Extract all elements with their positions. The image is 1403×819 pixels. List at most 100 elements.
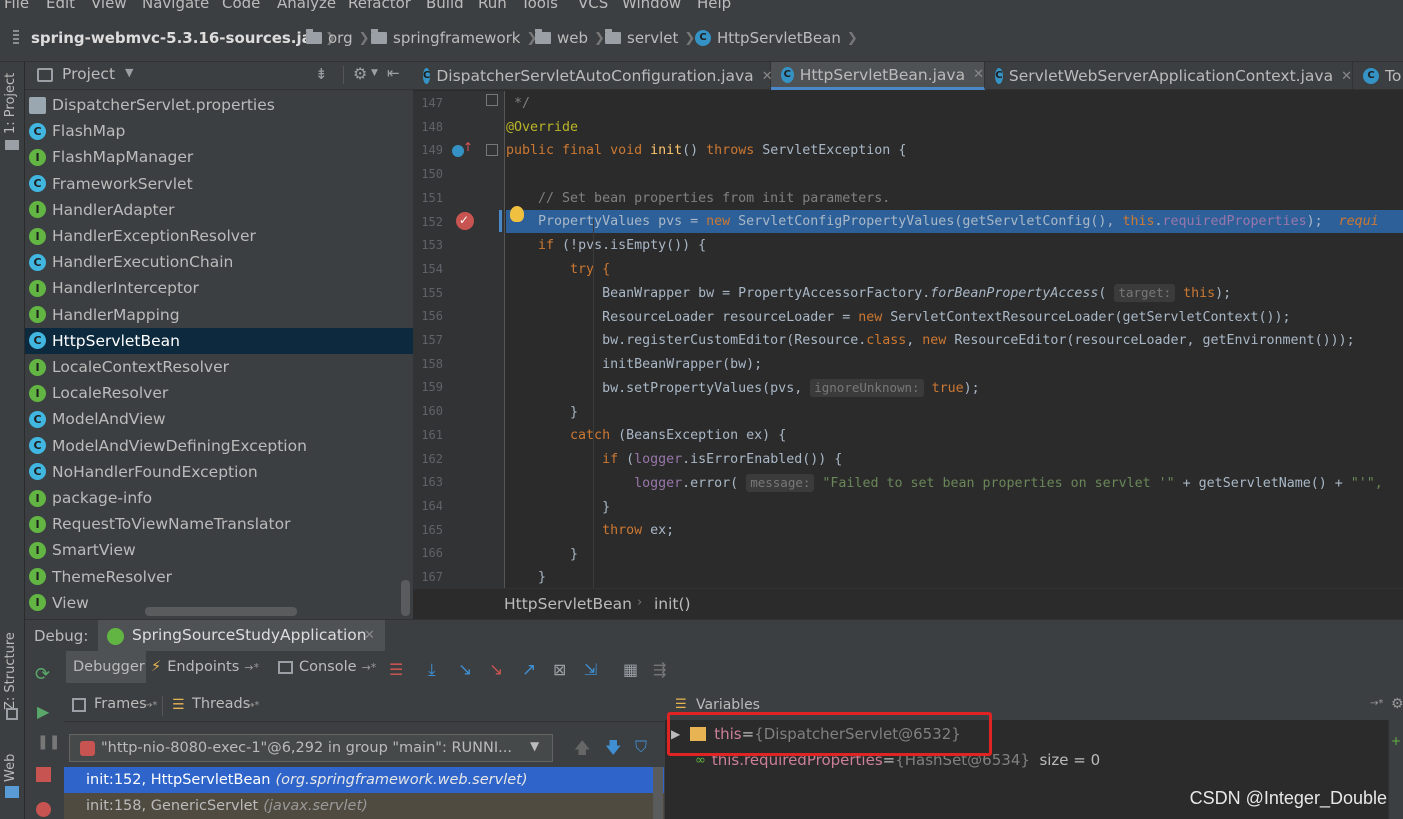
hide-panel-icon[interactable]: ⇤ [387, 64, 400, 82]
show-execution-point-icon[interactable]: ☰ [389, 660, 403, 679]
rerun-icon[interactable]: ⟳ [35, 664, 50, 685]
step-out-icon[interactable]: ↗ [522, 660, 536, 680]
web-tool-tab[interactable]: Web [3, 754, 18, 782]
menu-file[interactable]: File [4, 0, 29, 12]
frames-scrollbar[interactable] [653, 767, 663, 819]
drop-frame-icon[interactable]: ⊠ [553, 660, 566, 679]
project-tree-item[interactable]: C NoHandlerFoundException [25, 459, 413, 485]
project-tree-item[interactable]: C HttpServletBean [25, 327, 413, 354]
pin-icon[interactable]: →* [362, 661, 377, 674]
project-tree-item[interactable]: I ThemeResolver [25, 564, 413, 590]
lightbulb-icon[interactable] [510, 206, 524, 222]
menu-analyze[interactable]: Analyze [277, 0, 336, 12]
run-to-cursor-icon[interactable]: ⇲ [584, 660, 597, 679]
folder-icon [371, 29, 387, 44]
stop-icon[interactable] [36, 767, 51, 782]
collapse-all-icon[interactable]: ⇟ [315, 65, 328, 83]
menu-refactor[interactable]: Refactor [348, 0, 411, 12]
frame-row-selected[interactable]: init:152, HttpServletBean (org.springfra… [64, 767, 664, 793]
breadcrumb-jar[interactable]: spring-webmvc-5.3.16-sources.jar ❯ [13, 29, 336, 47]
class-icon: C [29, 122, 46, 140]
pause-icon[interactable]: ❚❚ [37, 734, 60, 750]
breadcrumb-method[interactable]: init() [654, 595, 691, 613]
chevron-down-icon[interactable]: ▼ [125, 66, 133, 79]
evaluate-expression-icon[interactable]: ▦ [623, 660, 638, 679]
filter-icon[interactable]: ⛉ [635, 737, 647, 757]
tab-frames[interactable]: Frames [94, 696, 147, 712]
pin-icon[interactable]: →* [1370, 698, 1383, 709]
project-tree-item[interactable]: C FrameworkServlet [25, 171, 413, 197]
pin-icon[interactable]: →* [246, 700, 259, 711]
project-tree-item[interactable]: I LocaleContextResolver [25, 354, 413, 380]
project-tree-item[interactable]: I HandlerMapping [25, 302, 413, 328]
chevron-down-icon[interactable]: ▼ [530, 739, 539, 753]
project-tool-tab[interactable]: 1: Project [3, 73, 18, 134]
breadcrumb-servlet[interactable]: servlet ❯ [605, 29, 695, 47]
pin-icon[interactable]: →* [144, 700, 157, 711]
breadcrumb-web[interactable]: web ❯ [535, 29, 605, 47]
project-tree-item[interactable]: I LocaleResolver [25, 380, 413, 406]
gear-icon[interactable]: ⚙ [353, 64, 367, 83]
menu-vcs[interactable]: VCS [578, 0, 608, 12]
project-tree-item[interactable]: I HandlerExceptionResolver [25, 223, 413, 249]
menu-help[interactable]: Help [697, 0, 731, 12]
tab-threads[interactable]: Threads [192, 696, 250, 712]
pin-icon[interactable]: →* [244, 661, 259, 674]
breadcrumb-class[interactable]: HttpServletBean [504, 595, 632, 613]
project-tree-item[interactable]: DispatcherServlet.properties [25, 92, 413, 118]
menu-code[interactable]: Code [222, 0, 260, 12]
step-into-icon[interactable]: ↘ [458, 660, 472, 680]
arrow-up-icon[interactable]: 🡅 [574, 737, 590, 764]
project-tree-item[interactable]: C ModelAndViewDefiningException [25, 433, 413, 459]
frame-row[interactable]: init:158, GenericServlet (javax.servlet) [64, 793, 664, 819]
chevron-down-icon[interactable]: ▼ [371, 68, 378, 78]
tab-http-servlet-bean[interactable]: C HttpServletBean.java ✕ [771, 62, 985, 90]
breadcrumb-springframework[interactable]: springframework ❯ [371, 29, 537, 47]
add-watch-icon[interactable]: + [1391, 734, 1401, 748]
menu-tools[interactable]: Tools [521, 0, 558, 12]
close-icon[interactable]: ✕ [364, 628, 375, 643]
step-over-icon[interactable]: ⤓ [428, 660, 436, 680]
horizontal-scrollbar[interactable] [145, 607, 297, 616]
view-breakpoints-icon[interactable] [36, 802, 51, 817]
menu-window[interactable]: Window [622, 0, 681, 12]
structure-tool-tab[interactable]: Z: Structure [3, 632, 18, 710]
project-tree-item[interactable]: I RequestToViewNameTranslator [25, 511, 413, 537]
project-tree-item[interactable]: Ipackage-info [25, 485, 413, 511]
close-icon[interactable]: ✕ [973, 67, 984, 82]
trace-icon[interactable]: ⇶ [653, 660, 666, 679]
tab-dispatcher-servlet-auto-configuration[interactable]: C DispatcherServletAutoConfiguration.jav… [413, 62, 773, 90]
project-tree-item[interactable]: I HandlerInterceptor [25, 275, 413, 301]
menu-edit[interactable]: Edit [46, 0, 75, 12]
menu-navigate[interactable]: Navigate [142, 0, 209, 12]
menu-run[interactable]: Run [478, 0, 507, 12]
settings-icon[interactable]: ⚙ [1391, 696, 1403, 712]
project-tree-item[interactable]: I SmartView [25, 537, 413, 563]
tab-console[interactable]: Console →* [278, 651, 376, 683]
fold-icon[interactable] [486, 144, 498, 156]
project-tree-item[interactable]: I FlashMapManager [25, 144, 413, 170]
menu-view[interactable]: View [91, 0, 127, 12]
force-step-into-icon[interactable]: ↘ [489, 660, 503, 680]
breadcrumb-org[interactable]: org ❯ [306, 29, 370, 47]
fold-icon[interactable] [486, 94, 498, 106]
tab-overflow[interactable]: C To [1353, 62, 1403, 90]
breadcrumb-class[interactable]: C HttpServletBean ❯ [695, 29, 858, 47]
resume-icon[interactable]: ▶ [37, 702, 49, 721]
project-tree-item[interactable]: C FlashMap [25, 118, 413, 144]
debug-session-tab[interactable]: SpringSourceStudyApplication ✕ [98, 620, 385, 651]
close-icon[interactable]: ✕ [1341, 69, 1352, 84]
project-tree-item[interactable]: I HandlerAdapter [25, 197, 413, 223]
vertical-scrollbar[interactable] [401, 580, 410, 616]
code-editor[interactable]: */ @Override public final void init() th… [506, 91, 1403, 588]
tab-debugger[interactable]: Debugger [66, 651, 146, 683]
project-tree-item[interactable]: C ModelAndView [25, 406, 413, 432]
tab-endpoints[interactable]: ⚡ Endpoints →* [151, 651, 259, 683]
project-view-selector[interactable]: Project [62, 65, 115, 83]
arrow-down-icon[interactable]: 🡇 [605, 737, 621, 764]
menu-build[interactable]: Build [426, 0, 464, 12]
project-tree-item[interactable]: C HandlerExecutionChain [25, 249, 413, 275]
thread-selector[interactable]: "http-nio-8080-exec-1"@6,292 in group "m… [69, 734, 553, 762]
code-text: ); [1306, 214, 1339, 229]
tab-servlet-web-server-application-context[interactable]: C ServletWebServerApplicationContext.jav… [985, 62, 1353, 90]
